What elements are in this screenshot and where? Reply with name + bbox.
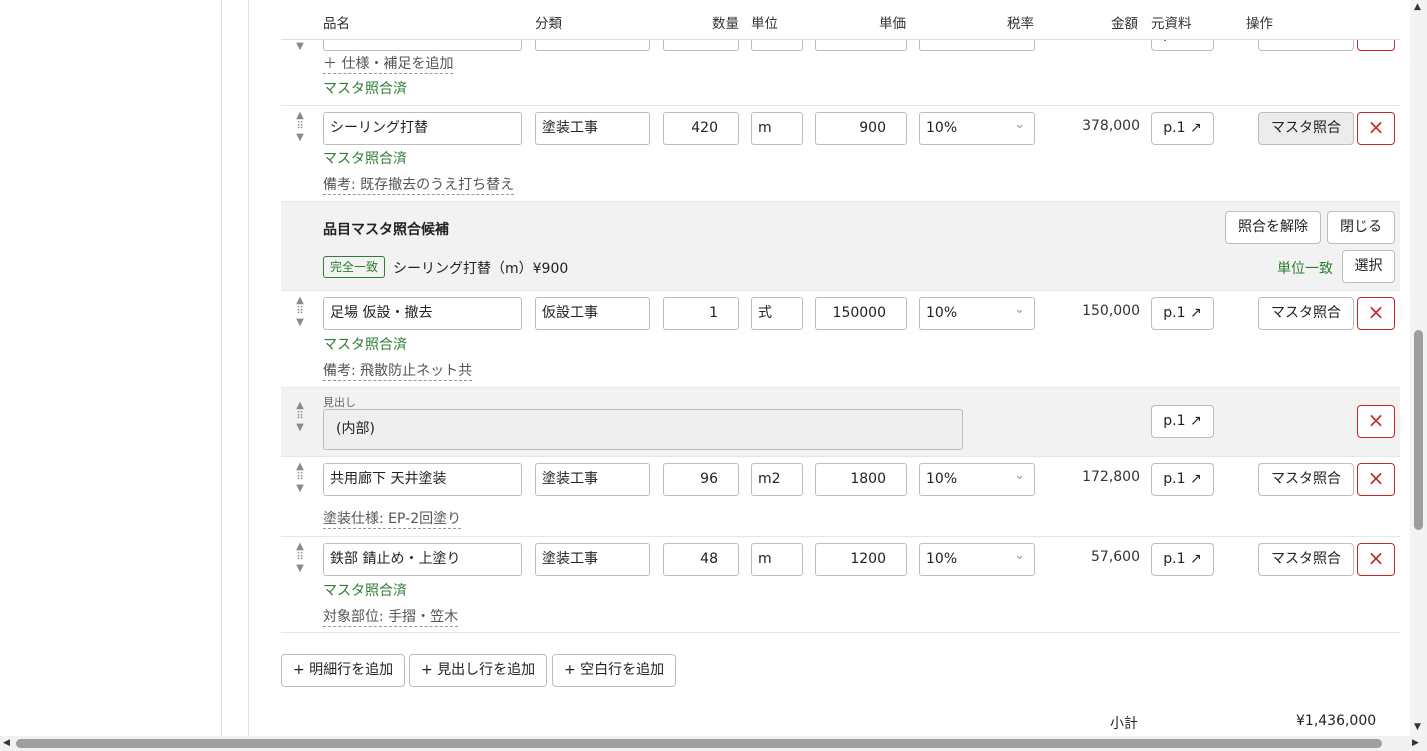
qty-field[interactable]: 48 <box>663 543 739 576</box>
row-note[interactable]: 備考: 飛散防止ネット共 <box>323 363 473 381</box>
delete-icon[interactable]: × <box>1357 543 1395 576</box>
header-source: 元資料 <box>1151 16 1192 32</box>
header-unit: 単位 <box>751 16 778 32</box>
drag-handle-icon[interactable]: ▲ ⠿ ▼ <box>294 400 306 446</box>
unit-field[interactable]: m <box>751 543 803 576</box>
match-status: マスタ照合済 <box>323 337 407 353</box>
tax-select[interactable]: 10% <box>919 543 1035 576</box>
header-amount: 金額 <box>1111 16 1138 32</box>
scroll-right-icon[interactable]: ▶ <box>1412 738 1419 748</box>
drag-handle-icon[interactable]: ▲ ⠿ ▼ <box>294 110 306 156</box>
add-blank-row-button[interactable]: + 空白行を追加 <box>552 654 677 687</box>
drag-handle-icon[interactable]: ▲ ⠿ ▼ <box>294 541 306 587</box>
row-note[interactable]: 対象部位: 手摺・笠木 <box>323 609 459 627</box>
tax-select[interactable]: 10% <box>919 463 1035 496</box>
heading-row: ▲ ⠿ ▼ 見出し (内部) p.1 ↗ × <box>281 388 1400 457</box>
candidate-item: シーリング打替（m）¥900 <box>393 261 569 277</box>
price-field[interactable]: 900 <box>815 112 907 145</box>
amount-value: 172,800 <box>1082 469 1140 485</box>
close-button[interactable]: 閉じる <box>1327 211 1395 244</box>
master-match-button[interactable]: マスタ照合 <box>1258 543 1354 576</box>
source-link[interactable]: p.1 ↗ <box>1151 543 1214 576</box>
category-field[interactable]: 仮設工事 <box>535 297 650 330</box>
unit-match-label: 単位一致 <box>1277 261 1333 277</box>
qty-field[interactable]: 96 <box>663 463 739 496</box>
unmatch-button[interactable]: 照合を解除 <box>1225 211 1321 244</box>
drag-handle-icon[interactable]: ▲ ⠿ ▼ <box>294 461 306 507</box>
header-category: 分類 <box>535 16 562 32</box>
add-heading-row-button[interactable]: + 見出し行を追加 <box>409 654 548 687</box>
horizontal-scroll-thumb[interactable] <box>16 739 1382 748</box>
master-match-button[interactable]: マスタ照合 <box>1258 112 1354 145</box>
unit-field[interactable]: 式 <box>751 297 803 330</box>
qty-field[interactable]: 1 <box>663 297 739 330</box>
heading-input[interactable]: (内部) <box>323 409 963 450</box>
delete-icon[interactable]: × <box>1357 405 1395 438</box>
amount-value: 378,000 <box>1082 118 1140 134</box>
source-link[interactable]: p.1 ↗ <box>1151 297 1214 330</box>
match-status: マスタ照合済 <box>323 583 407 599</box>
scroll-up-icon[interactable]: ▲ <box>1414 2 1421 12</box>
unit-field[interactable]: m2 <box>751 463 803 496</box>
heading-label: 見出し <box>323 396 356 409</box>
add-detail-row-button[interactable]: + 明細行を追加 <box>281 654 406 687</box>
table-header: 品名 分類 数量 単位 単価 税率 金額 元資料 操作 <box>281 0 1400 40</box>
row-note[interactable]: 備考: 既存撤去のうえ打ち替え <box>323 177 515 195</box>
tax-select[interactable]: 10% <box>919 297 1035 330</box>
price-field[interactable]: 1800 <box>815 463 907 496</box>
amount-value: 150,000 <box>1082 303 1140 319</box>
header-name: 品名 <box>323 16 350 32</box>
header-unit-price: 単価 <box>879 16 906 32</box>
price-field[interactable]: 1200 <box>815 543 907 576</box>
master-match-button[interactable]: マスタ照合 <box>1258 297 1354 330</box>
master-match-button[interactable]: マスタ照合 <box>1258 463 1354 496</box>
header-qty: 数量 <box>712 16 739 32</box>
name-field[interactable]: 共用廊下 天井塗装 <box>323 463 522 496</box>
source-link[interactable]: p.1 ↗ <box>1151 112 1214 145</box>
candidates-title: 品目マスタ照合候補 <box>323 222 449 238</box>
estimate-table: 品名 分類 数量 単位 単価 税率 金額 元資料 操作 ⠿▼ p.1 ↗ ＋ 仕… <box>249 0 1410 736</box>
horizontal-scrollbar[interactable]: ◀ ▶ <box>0 736 1427 751</box>
header-ops: 操作 <box>1246 16 1273 32</box>
match-status: マスタ照合済 <box>323 81 407 97</box>
left-pane <box>0 0 222 751</box>
vertical-scrollbar[interactable]: ▲ ▼ <box>1410 0 1427 736</box>
category-field[interactable]: 塗装工事 <box>535 463 650 496</box>
name-field[interactable]: 足場 仮設・撤去 <box>323 297 522 330</box>
delete-icon[interactable]: × <box>1357 112 1395 145</box>
match-status: マスタ照合済 <box>323 151 407 167</box>
exact-match-badge: 完全一致 <box>323 256 386 278</box>
row-note[interactable]: 塗装仕様: EP-2回塗り <box>323 511 462 529</box>
subtotal-value: ¥1,436,000 <box>1296 713 1377 729</box>
source-link[interactable]: p.1 ↗ <box>1151 405 1214 438</box>
unit-field[interactable]: m <box>751 112 803 145</box>
table-row: ▲⠿▼ シーリング打替 塗装工事 420 m 900 10% 378,000 p… <box>281 106 1400 202</box>
price-field[interactable]: 150000 <box>815 297 907 330</box>
category-field[interactable]: 塗装工事 <box>535 543 650 576</box>
subtotal-label: 小計 <box>1110 716 1138 732</box>
table-row: ▲⠿▼ 鉄部 錆止め・上塗り 塗装工事 48 m 1200 10% 57,600… <box>281 537 1400 633</box>
name-field[interactable]: シーリング打替 <box>323 112 522 145</box>
drag-handle-icon[interactable]: ▲ ⠿ ▼ <box>294 295 306 341</box>
scroll-down-icon[interactable]: ▼ <box>1414 722 1421 732</box>
amount-value: 57,600 <box>1091 549 1140 565</box>
header-tax: 税率 <box>1007 16 1034 32</box>
vertical-scroll-thumb[interactable] <box>1414 330 1423 530</box>
tax-select[interactable]: 10% <box>919 112 1035 145</box>
source-link[interactable]: p.1 ↗ <box>1151 463 1214 496</box>
delete-icon[interactable]: × <box>1357 297 1395 330</box>
select-button[interactable]: 選択 <box>1342 250 1395 283</box>
table-row: ▲⠿▼ 足場 仮設・撤去 仮設工事 1 式 150000 10% 150,000… <box>281 291 1400 388</box>
add-spec-link[interactable]: ＋ 仕様・補足を追加 <box>323 56 454 74</box>
delete-icon[interactable]: × <box>1357 463 1395 496</box>
table-row: ▲⠿▼ 共用廊下 天井塗装 塗装工事 96 m2 1800 10% 172,80… <box>281 457 1400 537</box>
category-field[interactable]: 塗装工事 <box>535 112 650 145</box>
name-field[interactable]: 鉄部 錆止め・上塗り <box>323 543 522 576</box>
scroll-left-icon[interactable]: ◀ <box>3 738 10 748</box>
qty-field[interactable]: 420 <box>663 112 739 145</box>
master-candidates-panel: 品目マスタ照合候補 照合を解除 閉じる 完全一致 シーリング打替（m）¥900 … <box>281 202 1400 291</box>
